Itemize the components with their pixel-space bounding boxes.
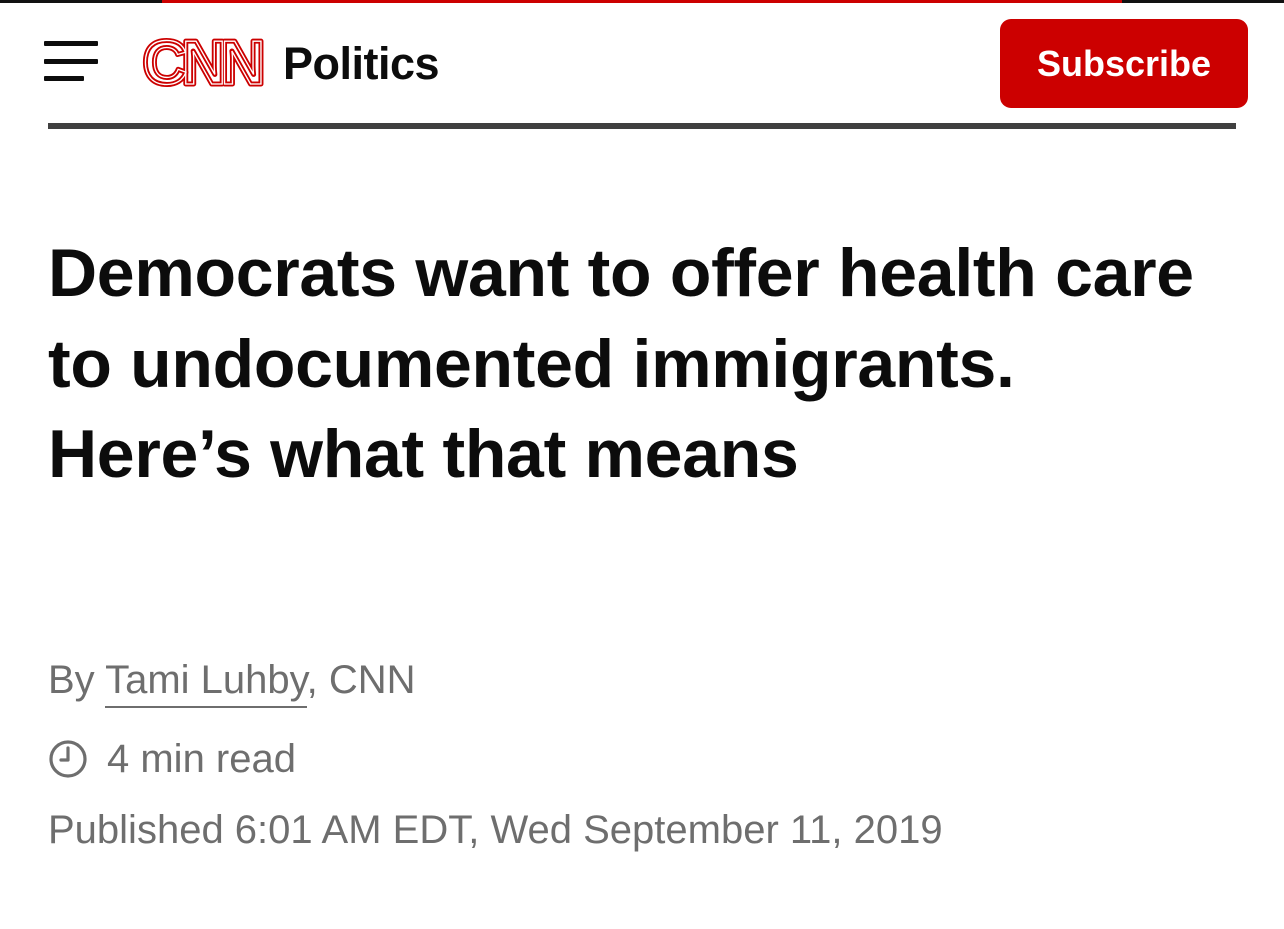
subscribe-button[interactable]: Subscribe	[1000, 19, 1248, 108]
cnn-logo[interactable]: CNN CNN	[130, 30, 272, 96]
menu-line	[44, 59, 98, 64]
read-time-label: 4 min read	[107, 737, 296, 781]
cnn-logo-inline: CNN	[143, 30, 262, 96]
hamburger-menu-icon[interactable]	[44, 38, 100, 82]
header-divider	[48, 123, 1236, 129]
site-header: CNN CNN Politics Subscribe	[0, 0, 1284, 130]
published-timestamp: Published 6:01 AM EDT, Wed September 11,…	[48, 808, 943, 852]
menu-line	[44, 41, 98, 46]
section-title[interactable]: Politics	[283, 38, 440, 90]
author-link[interactable]: Tami Luhby	[105, 658, 307, 708]
byline-suffix: , CNN	[306, 658, 416, 702]
clock-icon	[49, 740, 87, 778]
byline-prefix: By	[48, 658, 106, 702]
menu-line	[44, 76, 84, 81]
article-headline: Democrats want to offer health care to u…	[48, 235, 1194, 492]
byline: By Tami Luhby, CNN	[48, 653, 416, 708]
